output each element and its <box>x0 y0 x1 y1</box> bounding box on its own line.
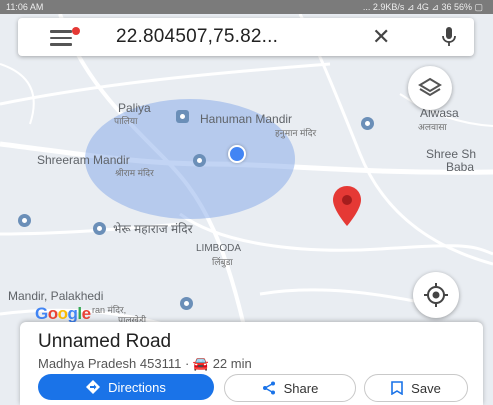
directions-button[interactable]: Directions <box>38 374 214 400</box>
bookmark-icon <box>391 381 403 395</box>
map-label-hanuman: Hanuman Mandir <box>200 112 293 126</box>
save-label: Save <box>411 380 441 396</box>
map-label-shree-baba-2: Baba <box>446 160 475 174</box>
app-screen: 11:06 AM ... 2.9KB/s ⊿ 4G ⊿ 36 56% ▢ Pal… <box>0 0 493 405</box>
share-label: Share <box>283 380 319 396</box>
layers-icon <box>418 77 442 97</box>
map-label-shree-baba: Shree Sh <box>426 147 477 161</box>
clear-search-icon[interactable]: ✕ <box>372 24 390 50</box>
map-label-paliya-hi: पालिया <box>114 116 138 126</box>
share-button[interactable]: Share <box>224 374 356 402</box>
layers-button[interactable] <box>408 66 452 110</box>
poi-shreeram-icon[interactable] <box>193 154 206 167</box>
map-label-paliya: Paliya <box>118 101 151 115</box>
search-input[interactable]: 22.804507,75.82... <box>116 26 278 48</box>
my-location-dot <box>228 145 246 163</box>
poi-left-icon[interactable] <box>18 214 31 227</box>
place-info-sheet[interactable]: Unnamed Road Madhya Pradesh 453111 · 🚘 2… <box>20 322 483 405</box>
notification-dot <box>72 27 80 35</box>
place-title: Unnamed Road <box>38 331 172 352</box>
poi-palakhedi-icon[interactable] <box>180 297 193 310</box>
map-label-hanuman-hi: हनुमान मंदिर <box>275 128 317 138</box>
mic-icon[interactable] <box>441 25 457 49</box>
save-button[interactable]: Save <box>364 374 468 402</box>
map-label-shreeram: Shreeram Mandir <box>37 153 130 167</box>
map-label-bheru: भेरू महाराज मंदिर <box>113 222 193 236</box>
menu-button[interactable] <box>50 27 80 46</box>
status-indicators: ... 2.9KB/s ⊿ 4G ⊿ 36 56% ▢ <box>362 2 483 12</box>
map-label-shreeram-hi: श्रीराम मंदिर <box>115 168 154 178</box>
menu-icon-line <box>50 43 72 46</box>
map-label-limboda-hi: लिंबुडा <box>212 257 233 267</box>
directions-label: Directions <box>108 379 166 395</box>
google-logo: Google <box>35 304 91 323</box>
map-label-palakhedi: Mandir, Palakhedi <box>8 289 104 303</box>
poi-hanuman-icon[interactable] <box>361 117 374 130</box>
my-location-button[interactable] <box>413 272 459 318</box>
menu-icon-line <box>50 36 72 39</box>
status-time: 11:06 AM <box>6 2 44 12</box>
menu-icon-line <box>50 30 72 33</box>
share-icon <box>262 381 275 395</box>
map-label-limboda: LIMBODA <box>196 243 242 254</box>
crosshair-icon <box>424 283 448 307</box>
status-bar: 11:06 AM ... 2.9KB/s ⊿ 4G ⊿ 36 56% ▢ <box>0 0 493 14</box>
poi-square-icon <box>176 110 189 123</box>
map-label-alwasa-hi: अलवासा <box>418 122 447 132</box>
dropped-pin-icon[interactable] <box>333 186 361 226</box>
place-subtitle: Madhya Pradesh 453111 · 🚘 22 min <box>38 356 252 371</box>
poi-bheru-icon[interactable] <box>93 222 106 235</box>
search-bar[interactable]: 22.804507,75.82... ✕ <box>18 18 474 56</box>
directions-icon <box>86 380 101 394</box>
